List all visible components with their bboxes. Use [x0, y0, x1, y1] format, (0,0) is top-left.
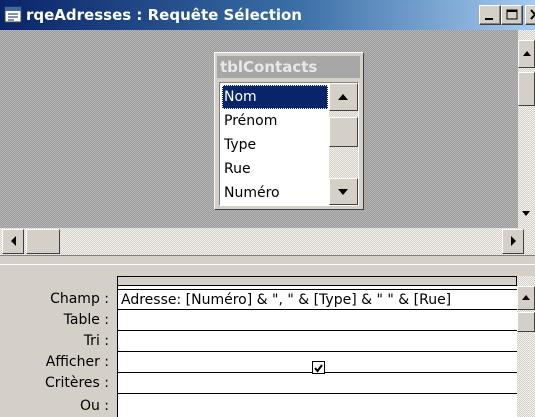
- cell-ou[interactable]: [117, 394, 517, 415]
- field-item-rue[interactable]: Rue: [222, 157, 328, 181]
- field-item-type[interactable]: Type: [222, 133, 328, 157]
- arrow-down-icon: [338, 189, 348, 195]
- query-icon[interactable]: [4, 6, 22, 23]
- row-label-champ: Champ :: [50, 291, 109, 307]
- grid-scroll-thumb[interactable]: [517, 312, 535, 332]
- row-label-tri: Tri :: [83, 333, 109, 349]
- arrow-up-icon: [522, 295, 530, 300]
- arrow-left-icon: [11, 236, 16, 246]
- field-list-title[interactable]: tblContacts: [217, 56, 360, 78]
- close-icon: [530, 9, 535, 20]
- table-pane-hscrollbar[interactable]: [0, 228, 535, 255]
- afficher-checkbox[interactable]: [312, 361, 325, 374]
- grid-scroll-up[interactable]: [517, 286, 535, 310]
- table-pane-vscroll-thumb[interactable]: [518, 72, 535, 106]
- row-label-ou: Ou :: [79, 398, 109, 414]
- table-pane-scroll-up[interactable]: [518, 40, 535, 68]
- field-item-prenom[interactable]: Prénom: [222, 109, 328, 133]
- checkmark-icon: [314, 364, 323, 373]
- cell-champ[interactable]: Adresse: [Numéro] & ", " & [Type] & " " …: [117, 289, 517, 310]
- close-button[interactable]: [525, 5, 535, 25]
- pane-splitter[interactable]: [0, 255, 535, 265]
- field-list-scroll-thumb[interactable]: [329, 117, 358, 147]
- maximize-button[interactable]: [501, 5, 523, 25]
- table-pane-scroll-right[interactable]: [502, 229, 524, 254]
- field-list-scroll-down[interactable]: [329, 178, 358, 205]
- row-label-criteres: Critères :: [44, 375, 109, 391]
- cell-tri[interactable]: [117, 331, 517, 352]
- minimize-icon: [485, 18, 493, 20]
- cell-table[interactable]: [117, 310, 517, 331]
- row-label-table: Table :: [63, 312, 109, 328]
- column-selector[interactable]: [117, 276, 517, 286]
- cell-criteres[interactable]: [117, 373, 517, 394]
- window-title: rqeAdresses : Requête Sélection: [26, 6, 302, 24]
- minimize-button[interactable]: [479, 5, 501, 25]
- row-label-afficher: Afficher :: [45, 354, 109, 370]
- arrow-right-icon: [511, 236, 516, 246]
- table-pane-hscroll-thumb[interactable]: [26, 229, 60, 254]
- arrow-down-icon: [522, 211, 530, 216]
- field-item-nom[interactable]: Nom: [222, 85, 328, 109]
- field-list-scroll-up[interactable]: [329, 83, 358, 111]
- arrow-up-icon: [338, 94, 348, 100]
- table-pane-scroll-left[interactable]: [2, 229, 24, 254]
- maximize-icon: [506, 9, 518, 20]
- arrow-up-icon: [523, 51, 531, 56]
- field-item-numero[interactable]: Numéro: [222, 181, 328, 205]
- table-pane-scroll-down[interactable]: [518, 205, 535, 225]
